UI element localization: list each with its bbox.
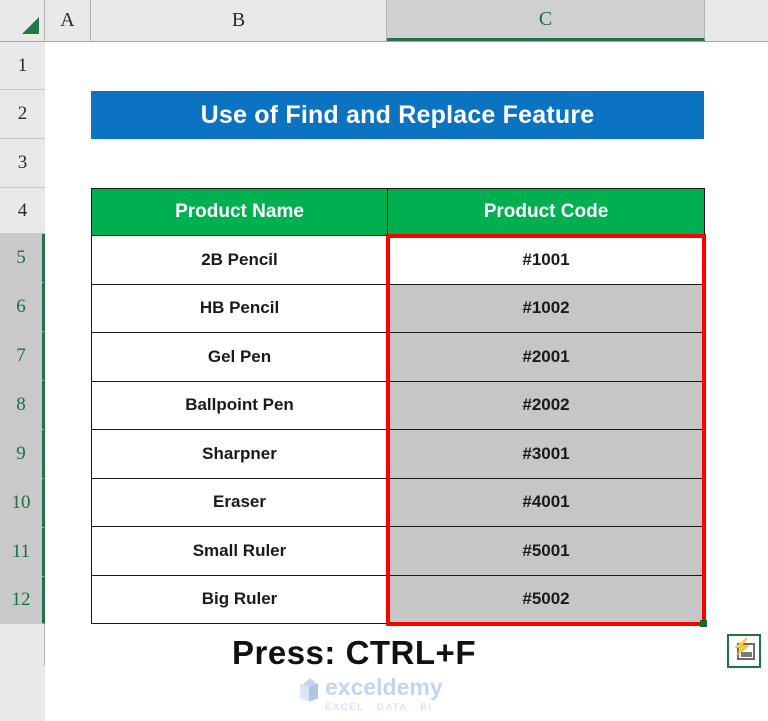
- cell-product-name[interactable]: Small Ruler: [91, 526, 388, 576]
- table-row: Sharpner #3001: [91, 429, 705, 479]
- column-header-product-code: Product Code: [387, 188, 705, 236]
- table-row: Eraser #4001: [91, 477, 705, 527]
- column-header-c[interactable]: C: [387, 0, 705, 41]
- product-code-header-label: Product Code: [483, 201, 609, 222]
- row-header-6-label: 6: [16, 296, 26, 317]
- row-header-12[interactable]: 12: [0, 577, 45, 624]
- row-header-11-label: 11: [11, 541, 31, 562]
- spreadsheet-canvas: A B C 1 2 3 4 5 6 7 8 9 10 11 12 Use of …: [0, 0, 768, 721]
- watermark-name: exceldemy: [325, 674, 443, 700]
- cell-product-code[interactable]: #5002: [387, 574, 705, 624]
- row-header-8[interactable]: 8: [0, 381, 45, 430]
- page-title: Use of Find and Replace Feature: [200, 100, 595, 129]
- cell-product-code[interactable]: #5001: [387, 526, 705, 576]
- product-name-value: 2B Pencil: [201, 249, 278, 269]
- instruction-caption: Press: CTRL+F: [0, 634, 708, 672]
- cube-logo-icon: [296, 678, 322, 706]
- column-header-bar: A B C: [0, 0, 768, 42]
- row-header-2-label: 2: [17, 103, 28, 124]
- instruction-caption-text: Press: CTRL+F: [232, 634, 476, 671]
- cell-product-name[interactable]: Big Ruler: [91, 574, 388, 624]
- product-code-value: #2001: [522, 346, 570, 366]
- row-header-1[interactable]: 1: [0, 42, 45, 90]
- select-all-corner[interactable]: [0, 0, 45, 41]
- row-header-10[interactable]: 10: [0, 479, 45, 528]
- row-header-6[interactable]: 6: [0, 283, 45, 332]
- row-header-1-label: 1: [17, 54, 28, 76]
- column-header-c-label: C: [538, 7, 553, 30]
- row-header-4[interactable]: 4: [0, 188, 45, 234]
- product-name-value: Small Ruler: [192, 540, 287, 560]
- table-row: Small Ruler #5001: [91, 526, 705, 576]
- cell-product-code[interactable]: #2002: [387, 380, 705, 430]
- column-header-spill[interactable]: [705, 0, 768, 41]
- product-name-value: Gel Pen: [207, 346, 272, 366]
- row-header-5-label: 5: [16, 247, 26, 268]
- lightning-bolt-icon: ⚡: [732, 639, 752, 656]
- cube-left-face: [300, 683, 309, 702]
- quick-analysis-icon: ⚡: [732, 640, 756, 662]
- table-row: Big Ruler #5002: [91, 574, 705, 624]
- row-header-8-label: 8: [16, 394, 26, 415]
- product-code-value: #3001: [522, 443, 570, 463]
- product-name-value: Eraser: [213, 492, 266, 512]
- cell-product-name[interactable]: Ballpoint Pen: [91, 380, 388, 430]
- cell-product-code[interactable]: #4001: [387, 477, 705, 527]
- product-table: Product Name Product Code 2B Pencil #100…: [91, 188, 705, 624]
- quick-analysis-button[interactable]: ⚡: [727, 634, 761, 668]
- table-row: HB Pencil #1002: [91, 283, 705, 333]
- row-header-11[interactable]: 11: [0, 528, 45, 577]
- cell-product-name[interactable]: Gel Pen: [91, 332, 388, 382]
- watermark-text-group: exceldemy EXCEL · DATA · BI: [325, 674, 443, 714]
- product-code-value: #1001: [522, 249, 570, 269]
- title-banner: Use of Find and Replace Feature: [91, 91, 704, 139]
- column-header-a-label: A: [60, 9, 75, 31]
- row-header-2[interactable]: 2: [0, 90, 45, 139]
- row-header-empty-area: [0, 666, 45, 721]
- cell-product-name[interactable]: Eraser: [91, 477, 388, 527]
- column-header-b[interactable]: B: [91, 0, 387, 41]
- cell-product-name[interactable]: 2B Pencil: [91, 235, 388, 285]
- row-header-7[interactable]: 7: [0, 332, 45, 381]
- row-header-7-label: 7: [16, 345, 26, 366]
- product-code-value: #1002: [522, 298, 570, 318]
- cell-product-code[interactable]: #3001: [387, 429, 705, 479]
- row-header-9[interactable]: 9: [0, 430, 45, 479]
- cell-product-code[interactable]: #1001: [387, 235, 705, 285]
- product-code-value: #5002: [522, 589, 570, 609]
- product-name-value: Sharpner: [202, 443, 277, 463]
- column-header-a[interactable]: A: [45, 0, 91, 41]
- cell-product-name[interactable]: HB Pencil: [91, 283, 388, 333]
- product-name-header-label: Product Name: [175, 201, 304, 222]
- table-header-row: Product Name Product Code: [91, 188, 705, 236]
- cell-product-code[interactable]: #1002: [387, 283, 705, 333]
- product-code-value: #2002: [522, 395, 570, 415]
- row-header-4-label: 4: [17, 199, 28, 221]
- row-header-strip: 1 2 3 4 5 6 7 8 9 10 11 12: [0, 42, 45, 721]
- row-header-9-label: 9: [16, 443, 26, 464]
- table-row: Ballpoint Pen #2002: [91, 380, 705, 430]
- select-all-triangle-icon: [22, 17, 39, 34]
- column-header-product-name: Product Name: [91, 188, 388, 236]
- cell-product-name[interactable]: Sharpner: [91, 429, 388, 479]
- cube-right-face: [309, 683, 318, 702]
- row-header-10-label: 10: [11, 492, 31, 513]
- row-header-3[interactable]: 3: [0, 139, 45, 188]
- product-code-value: #4001: [522, 492, 570, 512]
- watermark-tagline: EXCEL · DATA · BI: [325, 702, 433, 713]
- product-code-value: #5001: [522, 540, 570, 560]
- cell-product-code[interactable]: #2001: [387, 332, 705, 382]
- product-name-value: Ballpoint Pen: [185, 395, 294, 415]
- column-header-b-label: B: [231, 9, 246, 31]
- product-name-value: HB Pencil: [199, 298, 280, 318]
- row-header-5[interactable]: 5: [0, 234, 45, 283]
- table-row: 2B Pencil #1001: [91, 235, 705, 285]
- row-header-12-label: 12: [11, 589, 31, 610]
- row-header-3-label: 3: [17, 152, 28, 173]
- watermark: exceldemy EXCEL · DATA · BI: [296, 676, 486, 716]
- table-row: Gel Pen #2001: [91, 332, 705, 382]
- product-name-value: Big Ruler: [201, 589, 278, 609]
